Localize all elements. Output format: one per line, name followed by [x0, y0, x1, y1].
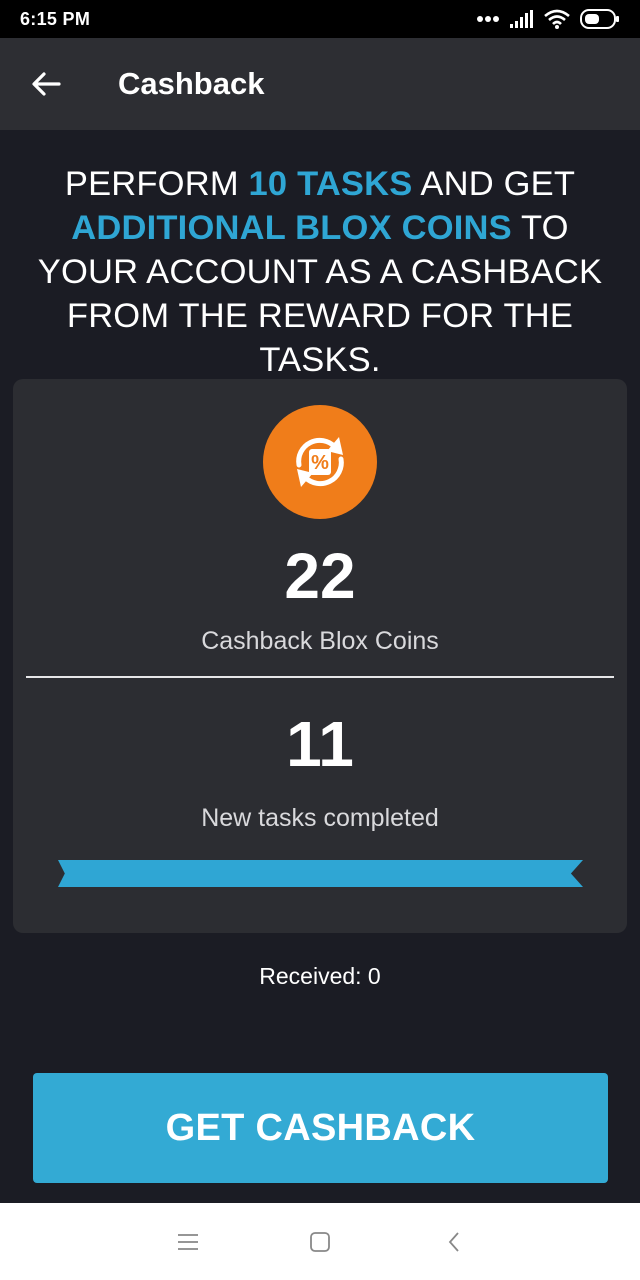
- cashback-coins-label: Cashback Blox Coins: [201, 627, 439, 655]
- svg-text:%: %: [311, 452, 329, 474]
- headline: PERFORM 10 TASKS AND GET ADDITIONAL BLOX…: [20, 162, 620, 382]
- signal-icon: [510, 10, 533, 28]
- divider: [26, 676, 614, 678]
- headline-text-2: AND GET: [412, 165, 576, 203]
- headline-text-1: PERFORM: [64, 165, 249, 203]
- app-bar: Cashback: [0, 38, 640, 130]
- cashback-coins-value: 22: [284, 540, 356, 612]
- system-nav-bar: [0, 1203, 640, 1280]
- cashback-card: % 22 Cashback Blox Coins 11 New tasks co…: [13, 379, 627, 933]
- nav-home-button[interactable]: [280, 1203, 360, 1280]
- tasks-completed-value: 11: [286, 708, 354, 780]
- tasks-progress-bar: [58, 860, 583, 887]
- get-cashback-button[interactable]: GET CASHBACK: [33, 1073, 608, 1183]
- dots-icon: [477, 16, 499, 22]
- status-bar: 6:15 PM: [0, 0, 640, 38]
- back-chevron-icon: [448, 1231, 459, 1252]
- cashback-badge: %: [263, 405, 377, 519]
- home-square-icon: [310, 1231, 330, 1252]
- status-time: 6:15 PM: [20, 8, 91, 29]
- tasks-progress-fill: [58, 860, 583, 887]
- tasks-completed-label: New tasks completed: [201, 804, 439, 832]
- percent-cycle-icon: %: [296, 437, 344, 487]
- headline-highlight-tasks: 10 TASKS: [248, 165, 413, 203]
- nav-back-button[interactable]: [414, 1203, 494, 1280]
- wifi-icon: [544, 9, 570, 29]
- received-text: Received: 0: [259, 963, 381, 989]
- status-icons: [476, 9, 620, 29]
- headline-highlight-coins: ADDITIONAL BLOX COINS: [71, 209, 512, 247]
- battery-icon: [580, 9, 619, 29]
- back-button[interactable]: [0, 38, 92, 130]
- page-title: Cashback: [118, 66, 265, 101]
- nav-menu-button[interactable]: [148, 1203, 228, 1280]
- arrow-left-icon: [32, 72, 61, 96]
- menu-icon: [178, 1233, 198, 1250]
